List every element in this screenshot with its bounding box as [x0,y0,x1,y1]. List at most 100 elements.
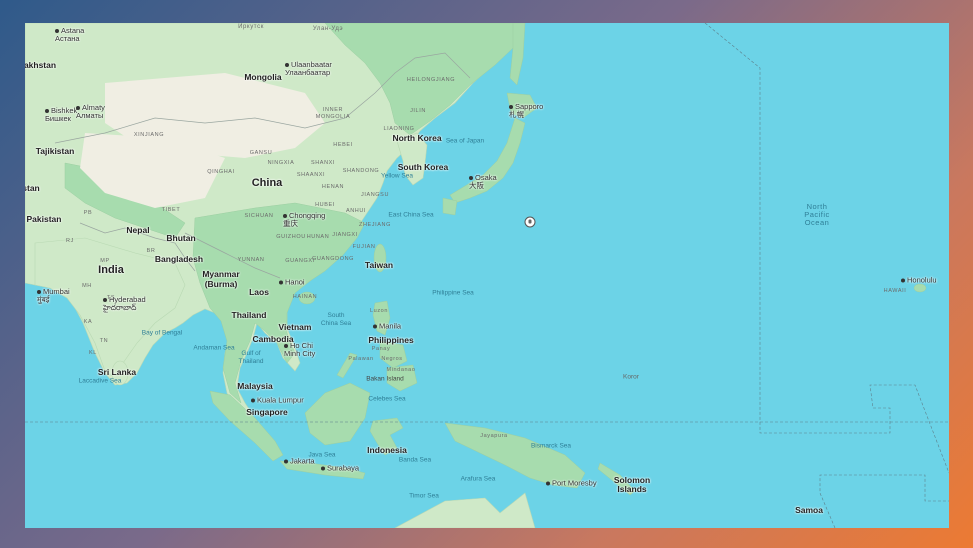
celebes-sea: Celebes Sea [368,395,406,403]
south-china-sea: South China Sea [320,312,352,327]
province-jilin: JILIN [410,108,426,114]
province-palawan: Palawan [348,356,374,362]
province-guangdong: GUANGDONG [311,256,355,262]
country-philippines: Philippines [368,335,414,345]
province-panay: Panay [371,346,391,352]
province-henan: HENAN [321,184,345,190]
city-mumbai[interactable]: Mumbai मुंबई [37,288,70,304]
philippine-sea: Philippine Sea [432,289,474,297]
state-br: BR [146,248,156,254]
country-china: China [251,177,283,189]
country-singapore: Singapore [246,407,288,417]
city-ulaanbaatar[interactable]: Ulaanbaatar Улаанбаатар [285,61,332,77]
state-mh: MH [82,283,92,289]
country-vietnam: Vietnam [278,322,312,332]
country-solomon-islands: Solomon Islands [613,475,651,494]
province-mindanao: Mindanao [386,367,416,373]
state-ts: TS [106,295,116,301]
japan-honshu [449,117,526,204]
city-surabaya[interactable]: Surabaya [321,464,359,473]
country-south-korea: South Korea [397,162,449,172]
city-manila[interactable]: Manila [373,322,401,331]
province-jiangsu: JIANGSU [360,192,390,198]
arafura-sea: Arafura Sea [460,475,496,483]
yellow-sea: Yellow Sea [381,172,413,180]
country-north-korea: North Korea [392,133,442,143]
city-honolulu[interactable]: Honolulu [901,276,937,285]
country-indonesia: Indonesia [367,445,407,455]
province-gansu: GANSU [249,150,273,156]
koror-label: Koror [623,373,639,381]
province-hebei: HEBEI [333,142,353,148]
province-qinghai: QINGHAI [207,169,235,175]
country-malaysia: Malaysia [237,381,273,391]
japan-kyushu [442,197,458,216]
country-bangladesh: Bangladesh [154,254,204,264]
province-guangxi: GUANGXI [285,258,315,264]
date-line [704,23,949,474]
state-pb: PB [83,210,93,216]
bakan-island-label: Bakan Island [366,375,404,383]
country-thailand: Thailand [231,310,267,320]
city-almaty[interactable]: Almaty Алматы [76,104,105,120]
province-sichuan: SICHUAN [244,213,274,219]
province-tibet: TIBET [161,207,181,213]
country-sri-lanka: Sri Lanka [97,367,137,377]
country-laos: Laos [249,287,269,297]
province-ningxia: NINGXIA [267,160,295,166]
city-chongqing[interactable]: Chongqing 重庆 [283,212,325,228]
country-myanmar: Myanmar (Burma) [202,269,240,289]
location-pin-icon[interactable] [524,216,536,228]
province-anhui: ANHUI [345,208,367,214]
hawaii-land [913,283,927,293]
province-xinjiang: XINJIANG [133,132,165,138]
banda-sea: Banda Sea [398,456,432,464]
province-heilongjiang: HEILONGJIANG [406,77,456,83]
city-bishkek[interactable]: Bishkek Бишкек [45,107,77,123]
map-viewport[interactable]: akhstan Mongolia China North Korea South… [25,23,949,528]
province-hunan: HUNAN [306,234,330,240]
country-pakistan: Pakistan [26,214,62,224]
bay-of-bengal: Bay of Bengal [141,329,183,337]
city-ho-chi-minh[interactable]: Ho Chi Minh City [284,342,315,358]
province-yunnan: YUNNAN [237,257,265,263]
map-canvas [25,23,949,528]
province-liaoning: LIAONING [383,126,415,132]
province-shaanxi: SHAANXI [296,172,326,178]
province-guizhou: GUIZHOU [276,234,306,240]
province-jiangxi: JIANGXI [332,232,358,238]
country-kazakhstan: akhstan [25,60,57,70]
city-osaka[interactable]: Osaka 大阪 [469,174,497,190]
country-afghanistan: stan [25,183,40,193]
country-india: India [98,264,124,276]
country-samoa: Samoa [795,505,823,515]
state-rj: RJ [66,238,74,244]
gulf-of-thailand: Gulf of Thailand [238,350,264,365]
province-negros: Negros [381,356,403,362]
province-hainan: HAINAN [292,294,318,300]
city-astana[interactable]: Astana Астана [55,27,84,43]
state-tn: TN [99,338,109,344]
bismarck-sea: Bismarck Sea [530,442,572,450]
city-ulan-ude: Улан-Удэ [312,26,344,32]
province-inner-mongolia: INNER MONGOLIA [315,107,351,120]
city-kuala-lumpur[interactable]: Kuala Lumpur [251,396,304,405]
andaman-sea: Andaman Sea [193,344,235,352]
city-irkutsk: Иркутск [238,24,264,30]
country-bhutan: Bhutan [166,233,196,243]
laccadive-sea: Laccadive Sea [78,377,122,385]
province-shanxi: SHANXI [310,160,336,166]
borneo-land [304,382,371,446]
province-fujian: FUJIAN [352,244,376,250]
city-sapporo[interactable]: Sapporo 札幌 [509,103,543,119]
city-port-moresby[interactable]: Port Moresby [546,479,597,488]
state-mp: MP [100,258,110,264]
city-hanoi[interactable]: Hanoi [279,278,305,287]
province-zhejiang: ZHEJIANG [359,222,391,228]
province-jayapura: Jayapura [480,433,508,439]
timor-sea: Timor Sea [409,492,439,500]
state-kl: KL [89,350,97,356]
province-luzon: Luzon [370,308,388,314]
state-ka: KA [83,319,93,325]
pacific-boundary [819,474,949,528]
